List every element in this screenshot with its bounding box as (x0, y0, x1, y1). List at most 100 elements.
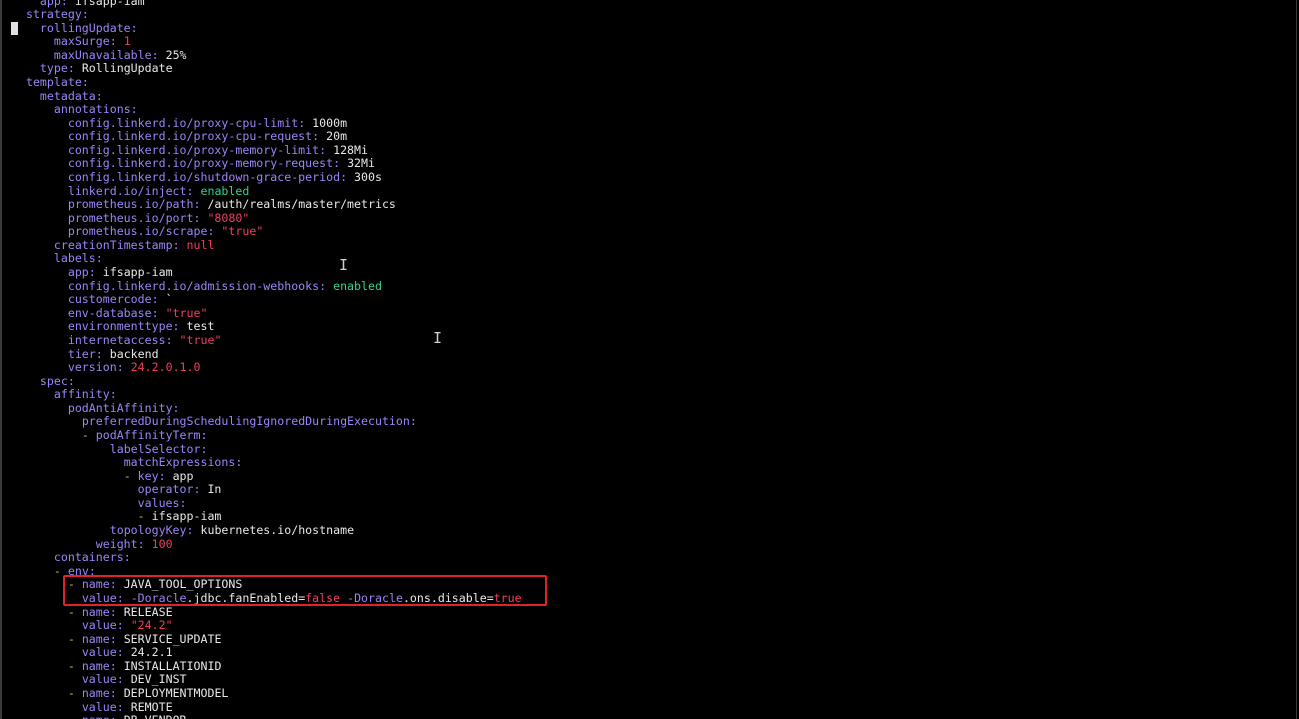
yaml-key: env-database (67, 305, 152, 320)
yaml-key: labelSelector (109, 441, 201, 456)
yaml-line: config.linkerd.io/proxy-cpu-limit: 1000m (12, 115, 522, 131)
yaml-indent (12, 455, 124, 469)
yaml-separator: : (109, 685, 124, 700)
yaml-indent (12, 537, 96, 551)
yaml-line: - name: DEPLOYMENTMODEL (12, 685, 522, 701)
yaml-separator: : (95, 88, 103, 103)
yaml-indent (12, 251, 54, 265)
yaml-indent (12, 713, 68, 719)
yaml-value: 300s (354, 170, 382, 185)
yaml-separator: : (88, 265, 103, 280)
yaml-value: "true" (165, 305, 208, 320)
yaml-value: DEV_INST (130, 672, 187, 687)
yaml-key: config.linkerd.io/proxy-memory-request (67, 156, 334, 171)
yaml-line: prometheus.io/port: "8080" (12, 211, 522, 226)
yaml-line: value: DEV_INST (12, 673, 522, 687)
yaml-value: 100 (151, 536, 173, 551)
yaml-value: 128Mi (333, 142, 368, 157)
yaml-separator: : (319, 278, 334, 293)
yaml-key: config.linkerd.io/proxy-memory-limit (67, 142, 320, 157)
yaml-separator: : (186, 183, 201, 198)
yaml-list-dash: - (81, 428, 96, 442)
yaml-separator: : (158, 468, 173, 483)
yaml-separator: : (172, 319, 187, 334)
yaml-indent (12, 89, 40, 103)
yaml-indent (12, 482, 138, 496)
yaml-separator: : (207, 224, 222, 239)
yaml-value: ifsapp-iam (102, 265, 173, 280)
yaml-key: type (39, 61, 68, 76)
yaml-value: /auth/realms/master/metrics (207, 197, 396, 212)
yaml-separator: : (193, 197, 208, 212)
yaml-line: maxUnavailable: 25% (12, 47, 522, 63)
yaml-line: customercode: ` (12, 292, 522, 307)
yaml-key: maxUnavailable (53, 47, 152, 62)
yaml-value: enabled (200, 183, 250, 198)
yaml-key: config.linkerd.io/proxy-cpu-limit (67, 115, 299, 130)
yaml-indent (12, 211, 68, 225)
yaml-key: affinity (53, 387, 110, 402)
yaml-line: version: 24.2.0.1.0 (12, 360, 522, 375)
yaml-indent (12, 75, 26, 89)
yaml-indent (12, 523, 110, 537)
yaml-separator: : (109, 387, 117, 402)
yaml-line: annotations: (12, 102, 522, 117)
yaml-key: customercode (67, 292, 152, 307)
yaml-key: config.linkerd.io/proxy-cpu-request (67, 129, 313, 144)
terminal-window[interactable]: app: ifsapp-iam strategy: rollingUpdate:… (0, 0, 1299, 719)
yaml-indent (12, 333, 68, 347)
yaml-indent (12, 659, 68, 673)
yaml-separator: : (340, 170, 355, 185)
yaml-key: prometheus.io/scrape (67, 224, 208, 239)
yaml-line: internetaccess: "true" (12, 333, 522, 348)
yaml-key: name (81, 631, 110, 646)
yaml-value: ` (165, 292, 173, 307)
yaml-indent (12, 550, 54, 564)
yaml-indent (12, 360, 68, 374)
yaml-line: topologyKey: kubernetes.io/hostname (12, 523, 522, 538)
yaml-key: values (137, 495, 180, 510)
yaml-separator: : (116, 645, 131, 660)
yaml-code-view[interactable]: app: ifsapp-iam strategy: rollingUpdate:… (12, 0, 522, 719)
yaml-separator: : (81, 7, 89, 22)
yaml-indent (12, 156, 68, 170)
yaml-separator: : (110, 713, 124, 719)
yaml-value: RELEASE (123, 604, 173, 619)
yaml-list-dash: - (137, 509, 152, 524)
yaml-key: labels (53, 251, 96, 266)
yaml-value: 24.2.0.1.0 (130, 360, 201, 375)
yaml-line: affinity: (12, 387, 522, 402)
yaml-line: labels: (12, 252, 522, 266)
yaml-separator: : (116, 699, 131, 714)
yaml-value: ifsapp-iam (151, 509, 222, 524)
yaml-key: config.linkerd.io/shutdown-grace-period (67, 170, 341, 185)
yaml-indent (12, 700, 82, 714)
yaml-indent (12, 143, 68, 157)
yaml-separator: : (109, 604, 124, 619)
yaml-line: matchExpressions: (12, 455, 522, 470)
yaml-separator: : (186, 523, 201, 538)
yaml-separator: : (193, 482, 208, 497)
yaml-key: weight (95, 536, 138, 551)
yaml-indent (12, 170, 68, 184)
yaml-value: In (207, 482, 222, 497)
terminal-left-border (0, 0, 2, 719)
yaml-key: value (81, 645, 117, 660)
yaml-line: containers: (12, 550, 522, 565)
yaml-value: backend (109, 346, 159, 361)
yaml-list-dash: - (67, 631, 82, 646)
yaml-value: RollingUpdate (81, 61, 173, 76)
yaml-key: creationTimestamp (53, 237, 173, 252)
yaml-list-dash: - (68, 713, 82, 719)
yaml-value: 24.2.1 (130, 645, 173, 660)
yaml-line: - name: SERVICE_UPDATE (12, 631, 522, 647)
yaml-separator: : (116, 360, 131, 375)
yaml-line: values: (12, 495, 522, 511)
yaml-separator: : (200, 428, 208, 442)
yaml-separator: : (312, 129, 327, 144)
yaml-value: INSTALLATIONID (123, 658, 222, 673)
yaml-indent (12, 686, 68, 700)
yaml-indent (12, 306, 68, 320)
yaml-value: 1000m (312, 115, 348, 130)
yaml-value: null (186, 237, 215, 252)
